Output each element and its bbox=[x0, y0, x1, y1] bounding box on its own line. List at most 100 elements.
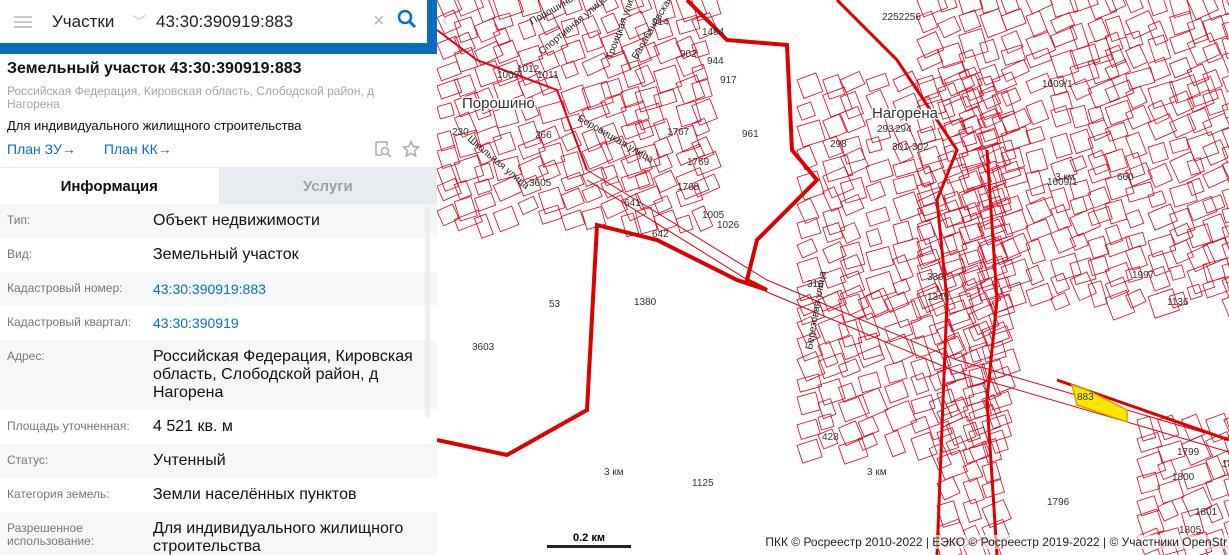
parcel-number: 1380 bbox=[634, 297, 657, 308]
info-value: 4 521 кв. м bbox=[153, 418, 233, 435]
parcel-outline bbox=[817, 413, 835, 431]
info-value[interactable]: 43:30:390919 bbox=[153, 314, 437, 332]
parcel-outline bbox=[1169, 151, 1202, 184]
parcel-outline bbox=[1157, 499, 1179, 522]
parcel-outline bbox=[958, 0, 984, 15]
parcel-outline bbox=[1050, 49, 1080, 79]
parcel-outline bbox=[796, 217, 822, 240]
object-address: Российская Федерация, Кировская область,… bbox=[7, 84, 375, 111]
parcel-number: 298 bbox=[830, 139, 847, 150]
info-label: Статус: bbox=[7, 453, 49, 467]
parcel-number: 1349 bbox=[927, 292, 950, 303]
parcel-outline bbox=[979, 63, 1001, 86]
layer-select[interactable]: Участки bbox=[52, 12, 132, 32]
parcel-number: 313 bbox=[807, 279, 824, 290]
info-value[interactable]: 43:30:390919:883 bbox=[153, 280, 437, 298]
parcel-number: 1799 bbox=[1177, 447, 1200, 458]
info-value: Учтенный bbox=[153, 452, 226, 469]
collapse-panel-button[interactable]: ‹ bbox=[437, 0, 453, 43]
parcel-number: 961 bbox=[742, 129, 759, 140]
parcel-outline bbox=[492, 131, 517, 156]
parcel-number: 293 bbox=[877, 124, 894, 135]
info-row: Категория земель: Земли населённых пункто… bbox=[0, 478, 437, 512]
parcel-outline bbox=[839, 147, 870, 176]
tab-info[interactable]: Информация bbox=[0, 168, 219, 204]
plan-kk-link[interactable]: План КК→ bbox=[104, 141, 172, 157]
parcel-outline bbox=[492, 27, 512, 47]
parcel-outline bbox=[865, 136, 883, 154]
parcel-outline bbox=[962, 443, 990, 464]
parcel-number: 1801 bbox=[1195, 507, 1218, 518]
cadastral-map[interactable]: ПорошиноНагоренаПорошинская улицаСпортив… bbox=[437, 0, 1229, 555]
parcel-outline bbox=[560, 209, 586, 231]
parcel-number: 1767 bbox=[667, 127, 690, 138]
parcel-outline bbox=[857, 345, 886, 368]
parcel-outline bbox=[962, 498, 983, 523]
parcel-outline bbox=[916, 222, 936, 242]
parcel-outline bbox=[1000, 59, 1030, 83]
parcel-outline bbox=[839, 193, 865, 217]
parcel-outline bbox=[958, 222, 983, 245]
menu-icon[interactable] bbox=[14, 13, 32, 31]
parcel-number: 902 bbox=[680, 49, 697, 60]
parcel-outline bbox=[1087, 186, 1111, 209]
parcel-number: 2252256 bbox=[882, 12, 921, 23]
zoom-to-object-icon[interactable] bbox=[374, 140, 392, 163]
plan-zu-link[interactable]: План ЗУ→ bbox=[7, 141, 76, 157]
parcel-outline bbox=[474, 213, 494, 239]
parcel-outline bbox=[865, 180, 886, 202]
parcel-outline bbox=[958, 126, 978, 148]
parcel-outline bbox=[1223, 495, 1229, 518]
parcel-outline bbox=[1169, 56, 1193, 79]
parcel-outline bbox=[653, 153, 673, 174]
star-icon[interactable] bbox=[401, 139, 421, 163]
search-icon[interactable] bbox=[397, 9, 427, 34]
chevron-down-icon[interactable]: ﹀ bbox=[132, 12, 156, 32]
street-label: Боровицкая улица bbox=[576, 113, 656, 166]
parcel-outline bbox=[453, 16, 479, 43]
map-canvas[interactable]: ПорошиноНагоренаПорошинская улицаСпортив… bbox=[437, 0, 1229, 555]
scrollbar[interactable] bbox=[425, 206, 430, 418]
parcel-outline bbox=[1050, 204, 1072, 232]
parcel-outline bbox=[1186, 18, 1209, 45]
info-row: Тип: Объект недвижимости bbox=[0, 204, 437, 238]
parcel-outline bbox=[1125, 44, 1148, 69]
info-value: Земельный участок bbox=[153, 246, 299, 263]
info-label: Тип: bbox=[7, 213, 31, 227]
parcel-outline bbox=[1186, 131, 1220, 162]
info-value: Земли населённых пунктов bbox=[153, 486, 357, 503]
search-input[interactable]: 43:30:390919:883 bbox=[156, 12, 373, 32]
parcel-number: 1800 bbox=[1172, 472, 1195, 483]
clear-icon[interactable]: × bbox=[373, 10, 397, 33]
parcel-outline bbox=[1202, 112, 1229, 137]
parcel-number: 1997 bbox=[1132, 270, 1155, 281]
parcel-outline bbox=[796, 438, 823, 464]
parcel-outline bbox=[910, 357, 932, 381]
tab-services[interactable]: Услуги bbox=[218, 168, 437, 204]
info-table: Тип: Объект недвижимости Вид: Земельный уча… bbox=[0, 204, 437, 555]
parcel-outline bbox=[857, 332, 883, 361]
parcel-outline bbox=[865, 228, 883, 248]
parcel-outline bbox=[1050, 292, 1071, 311]
parcel-outline bbox=[1125, 131, 1148, 159]
parcel-outline bbox=[839, 253, 865, 279]
search-bar: Участки ﹀ 43:30:390919:883 × bbox=[0, 0, 427, 43]
parcel-outline bbox=[653, 169, 678, 194]
parcel-number: 3 км bbox=[1055, 172, 1075, 183]
parcel-outline bbox=[928, 318, 957, 346]
parcel-outline bbox=[1202, 165, 1229, 189]
parcel-outline bbox=[1169, 0, 1192, 19]
parcel-outline bbox=[1025, 218, 1052, 242]
parcel-outline bbox=[822, 113, 848, 140]
parcel-outline bbox=[962, 421, 981, 443]
parcel-outline bbox=[1147, 203, 1178, 231]
parcel-outline bbox=[634, 0, 653, 14]
info-row: Кадастровый номер: 43:30:390919:883 bbox=[0, 272, 437, 306]
parcel-outline bbox=[1069, 257, 1097, 286]
parcel-number: 428 bbox=[822, 432, 839, 443]
info-label: Кадастровый номер: bbox=[7, 281, 123, 295]
parcel-outline bbox=[1025, 264, 1045, 286]
info-label: Кадастровый квартал: bbox=[7, 315, 132, 329]
parcel-outline bbox=[1169, 264, 1186, 281]
parcel-outline bbox=[865, 206, 891, 227]
